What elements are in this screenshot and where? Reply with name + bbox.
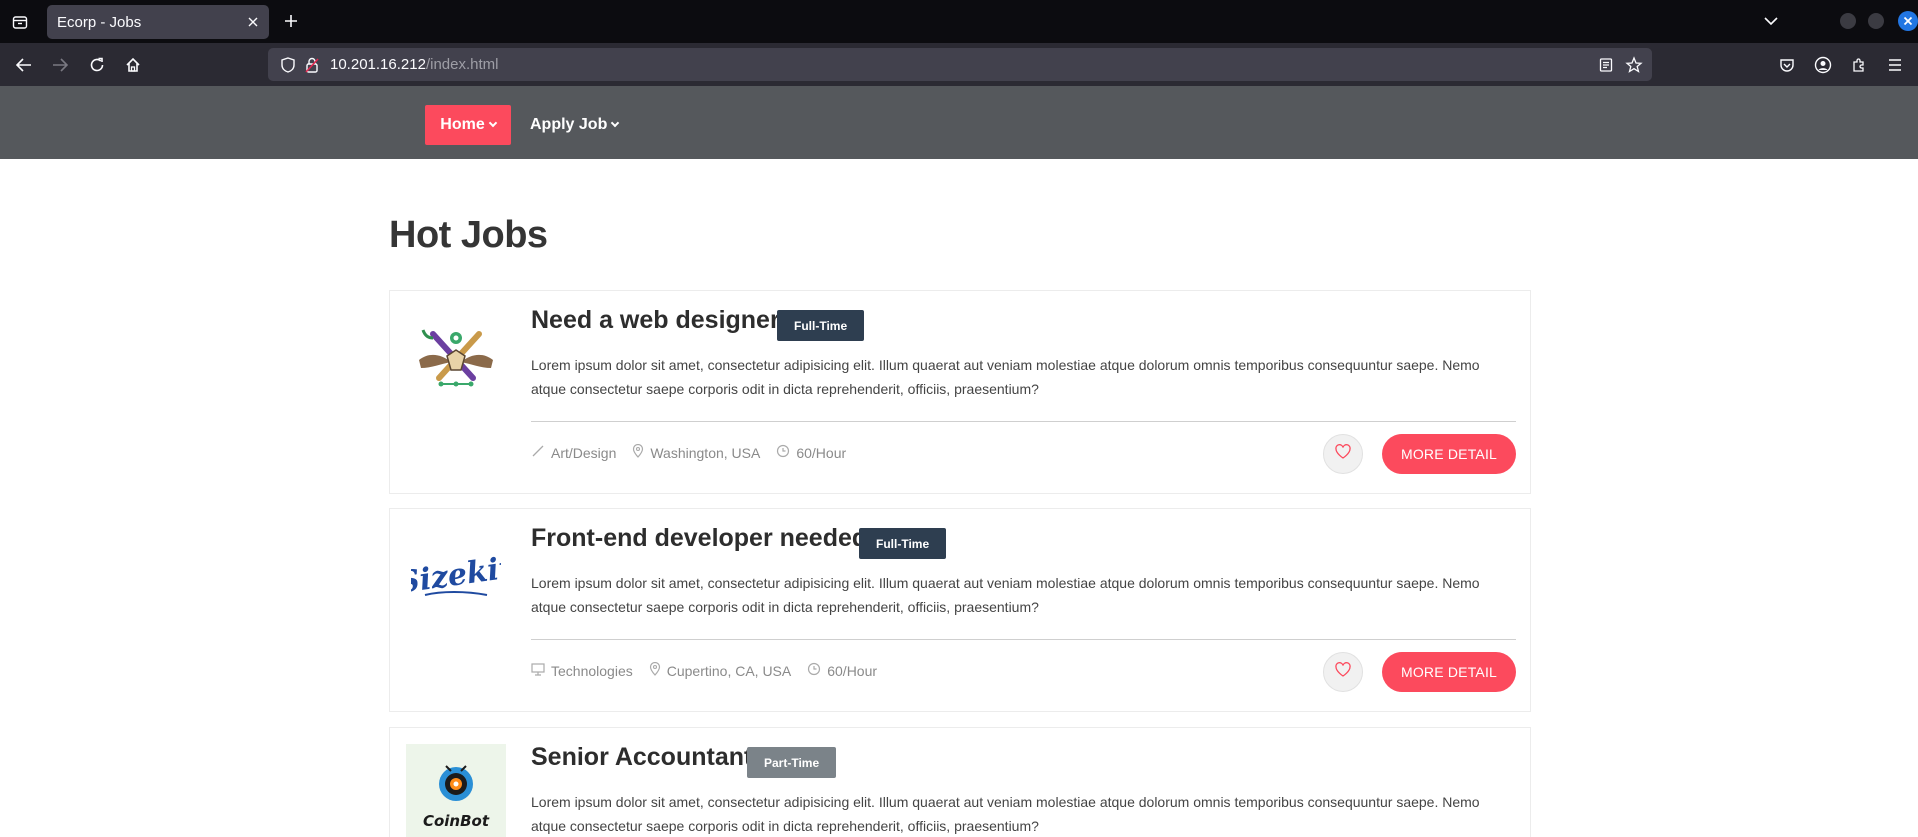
job-description: Lorem ipsum dolor sit amet, consectetur … (531, 794, 1480, 834)
job-location: Washington, USA (632, 443, 761, 461)
favorite-button[interactable] (1323, 434, 1363, 474)
job-category: Art/Design (531, 444, 616, 461)
nav-home-label: Home (440, 116, 485, 133)
insecure-lock-icon[interactable] (303, 56, 321, 74)
job-title[interactable]: Front-end developer needed (531, 524, 867, 553)
job-card: Sizekit Front-end developer needed Full-… (389, 508, 1531, 712)
company-logo: Sizekit (406, 525, 506, 625)
section-title: Hot Jobs (389, 214, 548, 256)
svg-text:Sizekit: Sizekit (411, 550, 501, 601)
nav-apply-job-label: Apply Job (530, 116, 608, 133)
job-type-badge: Full-Time (859, 528, 947, 559)
browser-tab-active[interactable]: Ecorp - Jobs (47, 5, 269, 39)
more-detail-button[interactable]: MORE DETAIL (1382, 652, 1516, 692)
monitor-icon (531, 662, 545, 679)
job-type-badge: Part-Time (747, 747, 837, 778)
url-path: /index.html (425, 56, 499, 73)
minimize-window-button[interactable] (1840, 13, 1856, 29)
job-meta: Art/Design Washington, USA 60/Hour (531, 443, 846, 461)
job-category: Technologies (531, 662, 633, 679)
nav-home-button[interactable]: Home (425, 105, 511, 145)
reader-view-icon[interactable] (1596, 55, 1616, 75)
job-card: CoinBot Senior Accountant Part-Time Lore… (389, 727, 1531, 837)
job-description: Lorem ipsum dolor sit amet, consectetur … (531, 575, 1480, 615)
bookmark-star-icon[interactable] (1624, 55, 1644, 75)
job-location: Cupertino, CA, USA (649, 661, 792, 679)
heart-icon (1335, 662, 1351, 682)
menu-icon[interactable] (1884, 54, 1906, 76)
job-meta: Technologies Cupertino, CA, USA 60/Hour (531, 661, 877, 679)
map-pin-icon (649, 661, 661, 679)
job-description: Lorem ipsum dolor sit amet, consectetur … (531, 357, 1480, 397)
job-type-badge: Full-Time (777, 310, 865, 341)
map-pin-icon (632, 443, 644, 461)
chevron-down-icon (611, 118, 620, 128)
clock-icon (807, 662, 821, 679)
job-category-label: Technologies (551, 662, 633, 679)
favorite-button[interactable] (1323, 652, 1363, 692)
pocket-icon[interactable] (1776, 54, 1798, 76)
company-logo (406, 307, 506, 407)
account-icon[interactable] (1812, 54, 1834, 76)
browser-nav-bar: 10.201.16.212/index.html (0, 43, 1918, 86)
site-header: Home Apply Job (0, 86, 1918, 159)
job-location-label: Washington, USA (650, 444, 761, 461)
extensions-icon[interactable] (1848, 54, 1870, 76)
job-rate-label: 60/Hour (796, 444, 847, 461)
job-rate-label: 60/Hour (827, 662, 878, 679)
more-detail-button[interactable]: MORE DETAIL (1382, 434, 1516, 474)
maximize-window-button[interactable] (1868, 13, 1884, 29)
url-host: 10.201.16.212 (330, 56, 426, 73)
chevron-down-icon (488, 118, 497, 128)
heart-icon (1335, 444, 1351, 464)
close-window-button[interactable] (1898, 11, 1918, 31)
address-bar[interactable]: 10.201.16.212/index.html (268, 48, 1652, 81)
clock-icon (776, 444, 790, 461)
job-card: Need a web designer Full-Time Lorem ipsu… (389, 290, 1531, 494)
brush-icon (531, 444, 545, 461)
url-text[interactable]: 10.201.16.212/index.html (330, 56, 498, 73)
job-title[interactable]: Senior Accountant (531, 743, 752, 772)
back-arrow-icon[interactable] (12, 53, 36, 77)
job-location-label: Cupertino, CA, USA (666, 662, 792, 679)
shield-icon[interactable] (279, 56, 297, 74)
job-category-label: Art/Design (551, 444, 617, 461)
browser-tab-bar: Ecorp - Jobs (0, 0, 1918, 43)
job-title[interactable]: Need a web designer (531, 306, 780, 335)
new-tab-plus-icon[interactable] (280, 10, 302, 32)
home-icon[interactable] (121, 53, 145, 77)
nav-apply-job-button[interactable]: Apply Job (530, 105, 620, 145)
job-rate: 60/Hour (807, 662, 877, 679)
reload-icon[interactable] (85, 53, 109, 77)
forward-arrow-icon[interactable] (48, 53, 72, 77)
chevron-down-icon[interactable] (1760, 10, 1782, 32)
company-logo: CoinBot (406, 744, 506, 837)
divider (531, 639, 1516, 640)
tab-overview-icon[interactable] (9, 11, 31, 33)
logo-text: CoinBot (423, 812, 490, 830)
divider (531, 421, 1516, 422)
close-icon[interactable] (243, 12, 263, 32)
tab-title: Ecorp - Jobs (57, 14, 142, 31)
job-rate: 60/Hour (776, 444, 846, 461)
